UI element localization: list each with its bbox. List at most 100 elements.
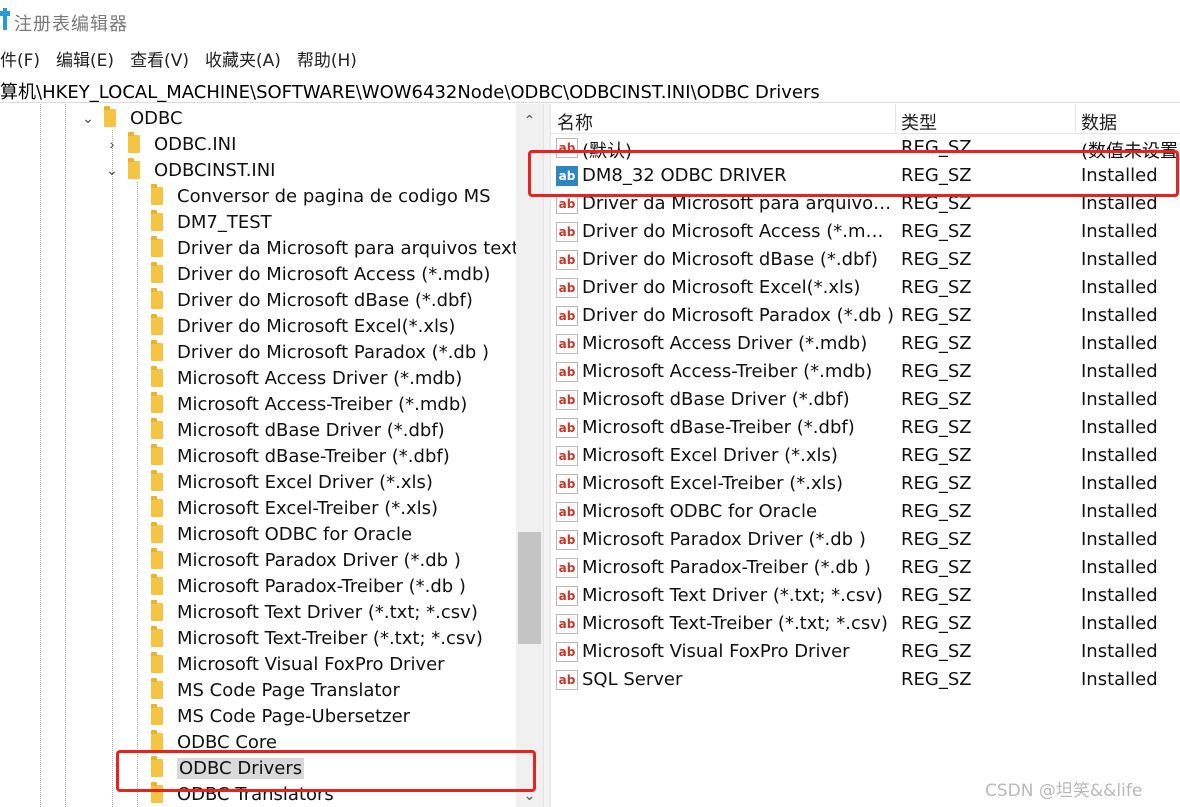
string-value-icon: ab	[556, 166, 578, 186]
value-row[interactable]: ab Microsoft Excel-Treiber (*.xls) REG_SZ I…	[551, 470, 1180, 498]
value-row[interactable]: ab Driver do Microsoft Paradox (*.db ) REG…	[551, 302, 1180, 330]
value-type: REG_SZ	[901, 221, 972, 242]
menu-help[interactable]: 帮助(H)	[297, 42, 357, 72]
values-list[interactable]: 名称 类型 数据 ab (默认) REG_SZ (数值未设置) ab DM8_32 OD…	[551, 104, 1180, 807]
tree-node-child[interactable]: Microsoft dBase-Treiber (*.dbf)	[151, 443, 450, 469]
tree-node-child[interactable]: MS Code Page Translator	[151, 677, 400, 703]
folder-icon	[151, 444, 163, 465]
value-name: Microsoft Access Driver (*.mdb)	[582, 333, 868, 354]
tree-node-child[interactable]: Microsoft Text-Treiber (*.txt; *.csv)	[151, 625, 483, 651]
menu-favorites[interactable]: 收藏夹(A)	[205, 42, 281, 72]
tree-node-child[interactable]: DM7_TEST	[151, 209, 272, 235]
string-value-icon: ab	[556, 418, 578, 438]
value-type: REG_SZ	[901, 557, 972, 578]
tree-node-label: Microsoft Text Driver (*.txt; *.csv)	[177, 601, 478, 623]
scroll-up-arrow-icon[interactable]: ⌃	[516, 108, 543, 132]
value-row-default[interactable]: ab (默认) REG_SZ (数值未设置)	[551, 134, 1180, 162]
value-name: Driver do Microsoft Excel(*.xls)	[582, 277, 861, 298]
value-row[interactable]: ab Microsoft Text-Treiber (*.txt; *.csv) R…	[551, 610, 1180, 638]
tree-node-child[interactable]: Microsoft Access-Treiber (*.mdb)	[151, 391, 467, 417]
value-row[interactable]: ab SQL Server REG_SZ Installed	[551, 666, 1180, 694]
tree-node-label: Microsoft Excel Driver (*.xls)	[177, 471, 433, 493]
registry-tree[interactable]: ⌄ ODBC › ODBC.INI ⌄ ODBCINST.INI Convers…	[0, 104, 543, 807]
tree-node-child[interactable]: ODBC Core	[151, 729, 277, 755]
value-data: Installed	[1081, 641, 1158, 662]
tree-node-label: Driver do Microsoft Access (*.mdb)	[177, 263, 491, 285]
tree-node-odbcinst-ini[interactable]: ⌄ ODBCINST.INI	[104, 157, 276, 183]
value-row[interactable]: ab Driver do Microsoft Excel(*.xls) REG_SZ…	[551, 274, 1180, 302]
value-data: Installed	[1081, 333, 1158, 354]
menu-edit[interactable]: 编辑(E)	[56, 42, 114, 72]
value-row[interactable]: ab Microsoft Paradox-Treiber (*.db ) REG_S…	[551, 554, 1180, 582]
tree-node-child[interactable]: Microsoft Paradox Driver (*.db )	[151, 547, 461, 573]
value-data: Installed	[1081, 669, 1158, 690]
value-row[interactable]: ab Driver da Microsoft para arquivos t...…	[551, 190, 1180, 218]
tree-node-child[interactable]: Driver do Microsoft dBase (*.dbf)	[151, 287, 473, 313]
menu-file[interactable]: 件(F)	[0, 42, 40, 72]
value-row[interactable]: ab Driver do Microsoft Access (*.mdb) REG_…	[551, 218, 1180, 246]
tree-node-child[interactable]: Driver do Microsoft Excel(*.xls)	[151, 313, 455, 339]
chevron-right-icon[interactable]: ›	[104, 136, 120, 152]
tree-node-child[interactable]: Microsoft Text Driver (*.txt; *.csv)	[151, 599, 478, 625]
value-data: Installed	[1081, 305, 1158, 326]
value-row[interactable]: ab Microsoft ODBC for Oracle REG_SZ Install…	[551, 498, 1180, 526]
tree-node-child[interactable]: Microsoft Paradox-Treiber (*.db )	[151, 573, 466, 599]
column-divider[interactable]	[1075, 104, 1076, 134]
column-header-type[interactable]: 类型	[901, 109, 937, 135]
tree-node-child[interactable]: MS Code Page-Ubersetzer	[151, 703, 410, 729]
tree-node-label: Microsoft dBase Driver (*.dbf)	[177, 419, 445, 441]
tree-scrollbar[interactable]: ⌃ ⌄	[516, 104, 543, 807]
tree-node-child[interactable]: Driver do Microsoft Paradox (*.db )	[151, 339, 489, 365]
title-bar: 注册表编辑器	[0, 0, 1180, 40]
chevron-down-icon[interactable]: ⌄	[80, 110, 96, 126]
value-type: REG_SZ	[901, 389, 972, 410]
tree-node-child[interactable]: Microsoft Excel-Treiber (*.xls)	[151, 495, 438, 521]
tree-node-child[interactable]: Driver do Microsoft Access (*.mdb)	[151, 261, 490, 287]
folder-icon	[151, 548, 163, 569]
tree-guide-line	[40, 104, 41, 807]
string-value-icon: ab	[556, 474, 578, 494]
column-divider[interactable]	[895, 104, 896, 134]
value-type: REG_SZ	[901, 165, 972, 186]
scrollbar-thumb[interactable]	[518, 532, 541, 644]
value-row[interactable]: ab Microsoft Paradox Driver (*.db ) REG_SZ…	[551, 526, 1180, 554]
address-path[interactable]: 算机\HKEY_LOCAL_MACHINE\SOFTWARE\WOW6432No…	[0, 78, 820, 104]
tree-node-odbc-drivers[interactable]: ODBC Drivers	[151, 755, 305, 781]
value-row-dm8[interactable]: ab DM8_32 ODBC DRIVER REG_SZ Installed	[551, 162, 1180, 190]
value-row[interactable]: ab Microsoft dBase Driver (*.dbf) REG_SZ In…	[551, 386, 1180, 414]
tree-node-odbc-ini[interactable]: › ODBC.INI	[104, 131, 236, 157]
value-data: Installed	[1081, 557, 1158, 578]
address-bar[interactable]: 算机\HKEY_LOCAL_MACHINE\SOFTWARE\WOW6432No…	[0, 75, 1180, 103]
value-type: REG_SZ	[901, 641, 972, 662]
chevron-down-icon[interactable]: ⌄	[104, 162, 120, 178]
value-row[interactable]: ab Microsoft Excel Driver (*.xls) REG_SZ In…	[551, 442, 1180, 470]
value-row[interactable]: ab Driver do Microsoft dBase (*.dbf) REG_S…	[551, 246, 1180, 274]
tree-node-child[interactable]: Microsoft ODBC for Oracle	[151, 521, 412, 547]
column-header-data[interactable]: 数据	[1081, 109, 1117, 135]
tree-node-label: Microsoft Text-Treiber (*.txt; *.csv)	[177, 627, 483, 649]
pane-splitter[interactable]	[543, 104, 551, 807]
folder-icon	[151, 314, 163, 335]
value-row[interactable]: ab Microsoft Text Driver (*.txt; *.csv) RE…	[551, 582, 1180, 610]
tree-node-child[interactable]: Microsoft Access Driver (*.mdb)	[151, 365, 462, 391]
scroll-down-arrow-icon[interactable]: ⌄	[516, 783, 543, 807]
value-row[interactable]: ab Microsoft Access Driver (*.mdb) REG_SZ I…	[551, 330, 1180, 358]
column-header-name[interactable]: 名称	[557, 109, 593, 135]
value-row[interactable]: ab Microsoft Access-Treiber (*.mdb) REG_SZ…	[551, 358, 1180, 386]
value-data: Installed	[1081, 193, 1158, 214]
folder-icon	[151, 392, 163, 413]
value-data: Installed	[1081, 361, 1158, 382]
tree-node-child[interactable]: Microsoft Visual FoxPro Driver	[151, 651, 445, 677]
tree-node-child[interactable]: Microsoft dBase Driver (*.dbf)	[151, 417, 445, 443]
tree-node-child[interactable]: Microsoft Excel Driver (*.xls)	[151, 469, 433, 495]
tree-node-child[interactable]: Driver da Microsoft para arquivos texto	[151, 235, 530, 261]
value-row[interactable]: ab Microsoft Visual FoxPro Driver REG_SZ In…	[551, 638, 1180, 666]
tree-node-child[interactable]: Conversor de pagina de codigo MS	[151, 183, 491, 209]
value-row[interactable]: ab Microsoft dBase-Treiber (*.dbf) REG_SZ I…	[551, 414, 1180, 442]
string-value-icon: ab	[556, 670, 578, 690]
menu-view[interactable]: 查看(V)	[130, 42, 189, 72]
value-data: Installed	[1081, 249, 1158, 270]
tree-node-label: Microsoft ODBC for Oracle	[177, 523, 413, 545]
tree-node-child[interactable]: ODBC Translators	[151, 781, 334, 807]
tree-node-odbc[interactable]: ⌄ ODBC	[80, 105, 183, 131]
